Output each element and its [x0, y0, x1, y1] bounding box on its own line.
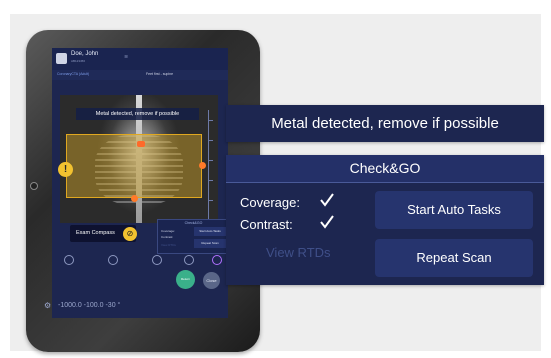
mini-checkgo-panel: Check&GO Coverage: Contrast: View RTDs S…: [157, 219, 228, 254]
range-handle-right[interactable]: [199, 162, 206, 169]
range-handle-bottom[interactable]: [131, 195, 138, 202]
view-rtds-link[interactable]: View RTDs: [266, 245, 331, 260]
metal-marker: [137, 141, 145, 147]
mini-repeat-scan-button[interactable]: Repeat Scan: [194, 239, 226, 248]
protocol-label[interactable]: CoronaryCTA (Adult): [57, 72, 89, 76]
ruler-tick: [209, 120, 213, 121]
contrast-label: Contrast:: [240, 217, 293, 232]
start-auto-tasks-button[interactable]: Start Auto Tasks: [375, 191, 533, 229]
patient-icon: [56, 53, 67, 64]
checkgo-divider: [226, 182, 544, 183]
ruler-tick: [209, 160, 213, 161]
dial-3[interactable]: [152, 255, 162, 265]
mini-contrast-label: Contrast:: [161, 235, 174, 239]
ruler-tick: [209, 200, 213, 201]
dial-2[interactable]: [108, 255, 118, 265]
table-coordinates: -1000.0 -100.0 -30 °: [58, 302, 121, 309]
close-button[interactable]: Close: [203, 272, 220, 289]
ruler-tick: [209, 180, 213, 181]
mini-auto-tasks-button[interactable]: Start Auto Tasks: [194, 227, 226, 236]
gear-icon[interactable]: ⚙: [44, 301, 51, 310]
coverage-check-icon: [320, 193, 334, 207]
screen-header: Doe, John AB123456 ≋: [52, 48, 228, 70]
checkgo-panel: Check&GO Coverage: Contrast: View RTDs S…: [226, 155, 544, 285]
return-button[interactable]: Return: [176, 270, 195, 289]
dial-5[interactable]: [212, 255, 222, 265]
patient-name: Doe, John: [71, 51, 99, 57]
dial-row: [52, 253, 228, 267]
checkgo-title: Check&GO: [226, 155, 544, 182]
mini-coverage-label: Coverage:: [161, 229, 175, 233]
ruler-tick: [209, 140, 213, 141]
compass-icon[interactable]: ⊘: [123, 227, 137, 241]
stage: Doe, John AB123456 ≋ CoronaryCTA (Adult)…: [0, 0, 551, 358]
scan-range-box[interactable]: [66, 134, 202, 198]
repeat-scan-button[interactable]: Repeat Scan: [375, 239, 533, 277]
patient-id: AB123456: [71, 59, 86, 63]
metal-alert-banner: Metal detected, remove if possible: [226, 105, 544, 142]
coverage-label: Coverage:: [240, 195, 300, 210]
contrast-check-icon: [320, 215, 334, 229]
dial-1[interactable]: [64, 255, 74, 265]
viewer-metal-alert: Metal detected, remove if possible: [76, 108, 199, 120]
tablet-screen: Doe, John AB123456 ≋ CoronaryCTA (Adult)…: [52, 48, 228, 318]
home-button[interactable]: [30, 182, 38, 190]
mini-checkgo-title: Check&GO: [184, 221, 203, 225]
screen-subheader: CoronaryCTA (Adult) Feet first - supine: [52, 70, 228, 80]
ruler: [208, 110, 214, 230]
patient-position: Feet first - supine: [146, 72, 174, 76]
mini-view-rtds: View RTDs: [161, 243, 176, 247]
wifi-icon: ≋: [124, 54, 129, 60]
warning-icon[interactable]: !: [58, 162, 73, 177]
dial-4[interactable]: [184, 255, 194, 265]
